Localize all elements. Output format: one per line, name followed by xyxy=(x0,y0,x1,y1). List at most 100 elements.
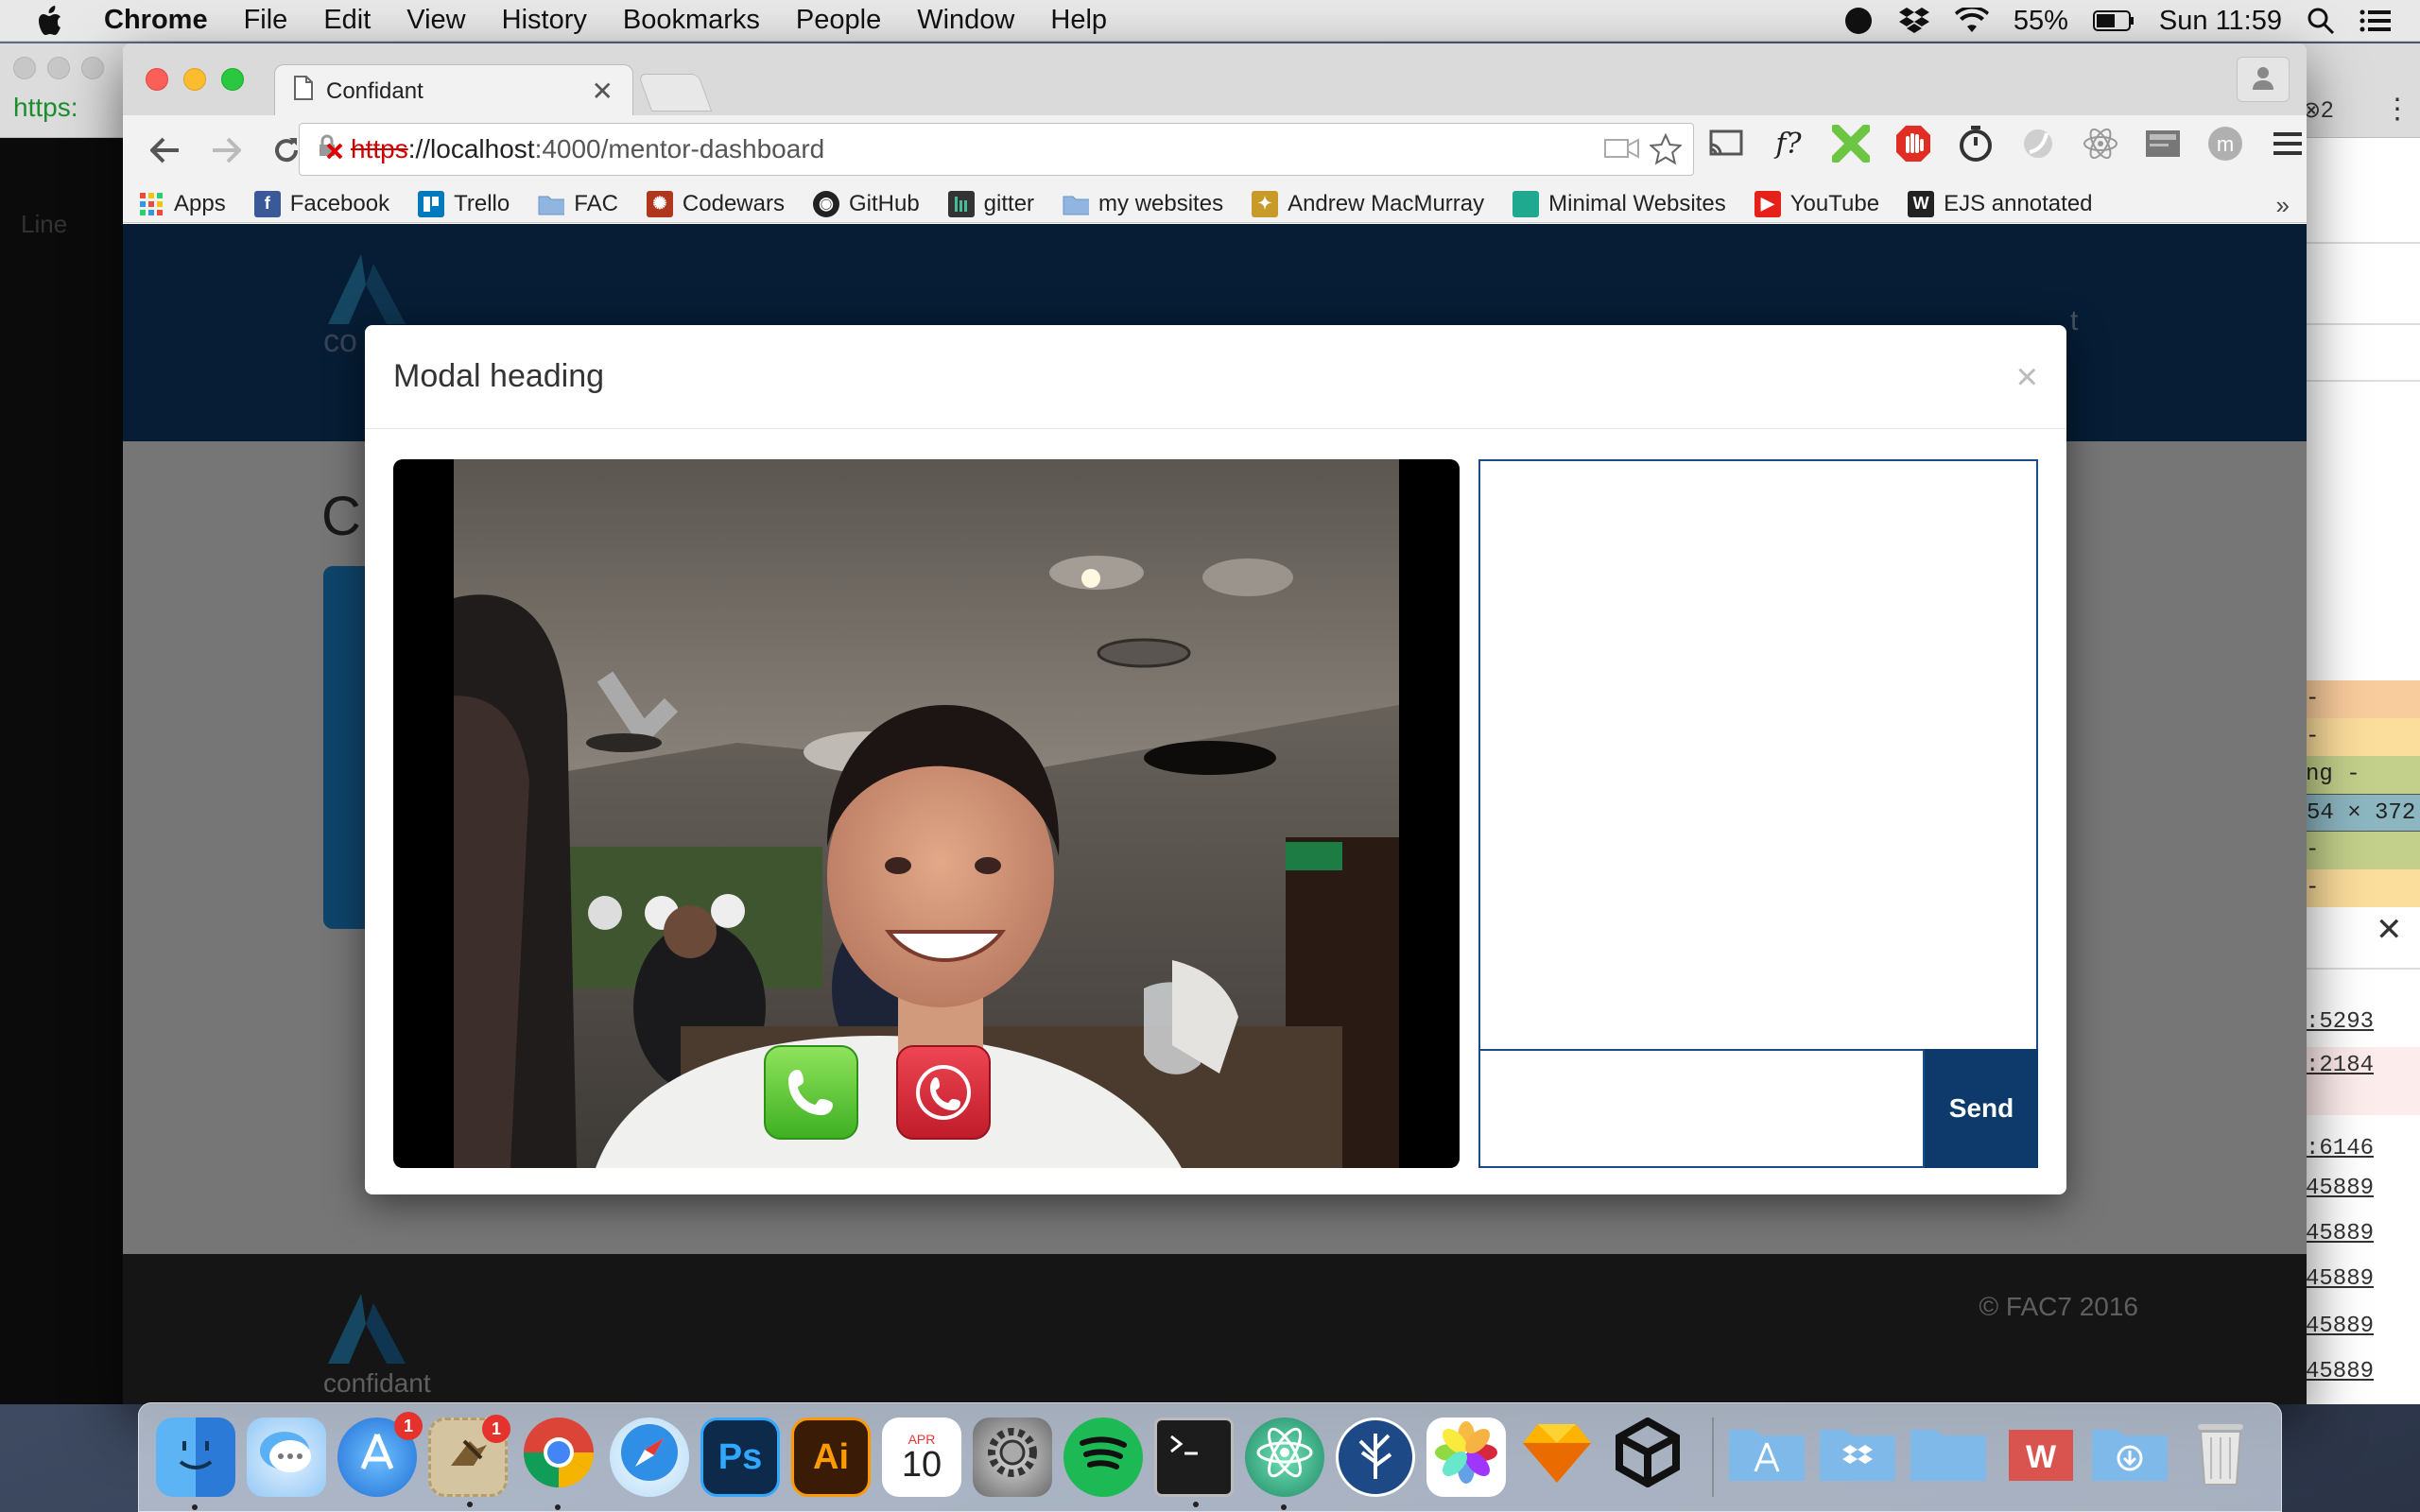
console-source-link[interactable]: 45889 xyxy=(2298,1353,2420,1391)
dock-app-store[interactable]: 1 xyxy=(337,1412,423,1497)
bookmark-apps[interactable]: Apps xyxy=(138,191,226,217)
camera-icon[interactable] xyxy=(1604,135,1640,168)
console-source-link[interactable]: :2184 xyxy=(2298,1047,2420,1115)
tab-confidant[interactable]: Confidant ✕ xyxy=(274,64,633,117)
send-button[interactable]: Send xyxy=(1925,1049,2038,1168)
dock-applications-folder[interactable] xyxy=(1727,1418,1806,1497)
menu-window[interactable]: Window xyxy=(917,5,1014,36)
console-source-link[interactable]: 45889 xyxy=(2298,1261,2420,1298)
apple-menu-icon[interactable] xyxy=(0,5,104,36)
chat-messages[interactable] xyxy=(1478,459,2038,1051)
profile-button[interactable] xyxy=(2237,57,2290,102)
dock-system-preferences[interactable] xyxy=(973,1418,1052,1497)
notification-center-icon[interactable] xyxy=(2360,9,2392,33)
dock-messages[interactable] xyxy=(247,1418,326,1497)
menu-help[interactable]: Help xyxy=(1050,5,1107,36)
dock-atom[interactable] xyxy=(1245,1418,1324,1510)
dock-documents-folder[interactable] xyxy=(1909,1418,1988,1497)
console-source-link[interactable]: :6146 xyxy=(2298,1130,2420,1168)
menu-file[interactable]: File xyxy=(244,5,288,36)
dock-dropbox-folder[interactable] xyxy=(1818,1418,1897,1497)
devtools-menu-icon[interactable]: ⋮ xyxy=(2383,93,2411,126)
devtools-error-badge[interactable]: ⊗2 xyxy=(2302,96,2333,124)
tab-close-icon[interactable]: ✕ xyxy=(592,76,614,107)
dock-downloads-folder[interactable] xyxy=(2090,1418,2169,1497)
dock-mail[interactable]: 1 xyxy=(428,1415,510,1507)
menu-edit[interactable]: Edit xyxy=(323,5,371,36)
menu-people[interactable]: People xyxy=(796,5,881,36)
dock-safari[interactable] xyxy=(610,1418,689,1497)
dock-photos[interactable] xyxy=(1426,1418,1506,1497)
insecure-lock-icon[interactable] xyxy=(317,133,343,166)
dock-finder[interactable] xyxy=(156,1418,235,1510)
console-source-link[interactable]: 45889 xyxy=(2298,1215,2420,1253)
new-tab-button[interactable] xyxy=(637,74,713,112)
bookmark-minimal-websites[interactable]: Minimal Websites xyxy=(1512,190,1726,217)
green-x-extension-icon[interactable] xyxy=(1832,125,1870,163)
adblock-icon[interactable] xyxy=(1894,125,1932,163)
bookmark-youtube[interactable]: ▶ YouTube xyxy=(1754,190,1879,217)
function-extension-icon[interactable]: f? xyxy=(1770,125,1807,163)
dock-unity[interactable] xyxy=(1608,1417,1687,1497)
devtools-window[interactable]: ⊗2 ⋮ - - ng - 54 × 372 - - ✕ :5293 :2184… xyxy=(2297,43,2420,1404)
screenshot-extension-icon[interactable] xyxy=(2144,125,2182,163)
bookmark-andrew-macmurray[interactable]: ✦ Andrew MacMurray xyxy=(1252,190,1484,217)
bookmark-ejs-annotated[interactable]: W EJS annotated xyxy=(1908,190,2093,217)
dropbox-icon[interactable] xyxy=(1898,7,1930,35)
battery-icon[interactable] xyxy=(2092,9,2135,32)
bookmark-fac-folder[interactable]: FAC xyxy=(538,191,618,217)
dock-calendar[interactable]: APR 10 xyxy=(882,1418,961,1497)
photoshop-label: Ps xyxy=(717,1436,763,1477)
forward-button[interactable] xyxy=(202,127,250,174)
menu-app-chrome[interactable]: Chrome xyxy=(104,5,208,36)
grey-extension-icon[interactable] xyxy=(2019,125,2057,163)
wifi-icon[interactable] xyxy=(1954,8,1989,34)
status-blob-icon[interactable] xyxy=(1843,6,1874,36)
bookmark-gitter[interactable]: gitter xyxy=(947,190,1034,217)
bookmark-star-icon[interactable] xyxy=(1649,132,1683,172)
background-window-traffic-lights xyxy=(13,57,104,79)
hang-up-button[interactable] xyxy=(896,1045,991,1140)
chat-input[interactable] xyxy=(1478,1049,1925,1168)
menu-history[interactable]: History xyxy=(502,5,587,36)
menu-bookmarks[interactable]: Bookmarks xyxy=(623,5,760,36)
bookmark-github[interactable]: ◉ GitHub xyxy=(812,190,920,217)
zoom-window-button[interactable] xyxy=(221,68,244,91)
dock-spotify[interactable] xyxy=(1063,1418,1143,1497)
bookmarks-overflow-button[interactable]: » xyxy=(2276,191,2290,220)
modal-close-button[interactable]: × xyxy=(2016,358,2038,396)
timer-icon[interactable] xyxy=(1957,125,1995,163)
m-extension-icon[interactable]: m xyxy=(2206,125,2244,163)
menubar-clock[interactable]: Sun 11:59 xyxy=(2159,6,2282,37)
react-devtools-icon[interactable] xyxy=(2082,125,2119,163)
dock-trash[interactable] xyxy=(2181,1418,2260,1497)
spotlight-search-icon[interactable] xyxy=(2307,7,2335,35)
bookmark-trello[interactable]: Trello xyxy=(418,190,510,217)
cast-icon[interactable] xyxy=(1707,125,1745,163)
close-window-button[interactable] xyxy=(146,68,168,91)
console-source-link[interactable]: 45889 xyxy=(2298,1170,2420,1208)
dock-chrome[interactable] xyxy=(519,1418,598,1510)
console-source-link[interactable]: 45889 xyxy=(2298,1308,2420,1346)
dock-photoshop[interactable]: Ps xyxy=(700,1418,780,1497)
back-button[interactable] xyxy=(142,127,189,174)
bookmark-my-websites-folder[interactable]: my websites xyxy=(1063,191,1223,217)
accept-call-button[interactable] xyxy=(764,1045,858,1140)
bookmark-codewars[interactable]: ✺ Codewars xyxy=(646,190,785,217)
bookmark-label: Minimal Websites xyxy=(1548,190,1726,216)
background-window-left[interactable]: https: Line xyxy=(0,43,132,1404)
address-bar[interactable]: https://localhost:4000/mentor-dashboard xyxy=(299,123,1694,176)
browser-toolbar: https://localhost:4000/mentor-dashboard … xyxy=(123,115,2307,185)
traffic-lights xyxy=(146,68,244,91)
dock-sourcetree[interactable] xyxy=(1336,1418,1415,1497)
dock-sketch[interactable] xyxy=(1517,1418,1597,1497)
dock-illustrator[interactable]: Ai xyxy=(791,1418,871,1497)
dock-word-stack[interactable]: W xyxy=(1999,1418,2079,1497)
close-icon[interactable]: ✕ xyxy=(2376,911,2403,949)
bookmark-facebook[interactable]: f Facebook xyxy=(253,190,389,217)
console-source-link[interactable]: :5293 xyxy=(2298,1004,2420,1041)
dock-terminal[interactable] xyxy=(1154,1418,1234,1507)
menu-view[interactable]: View xyxy=(406,5,465,36)
chrome-menu-icon[interactable] xyxy=(2269,125,2307,163)
minimize-window-button[interactable] xyxy=(183,68,206,91)
